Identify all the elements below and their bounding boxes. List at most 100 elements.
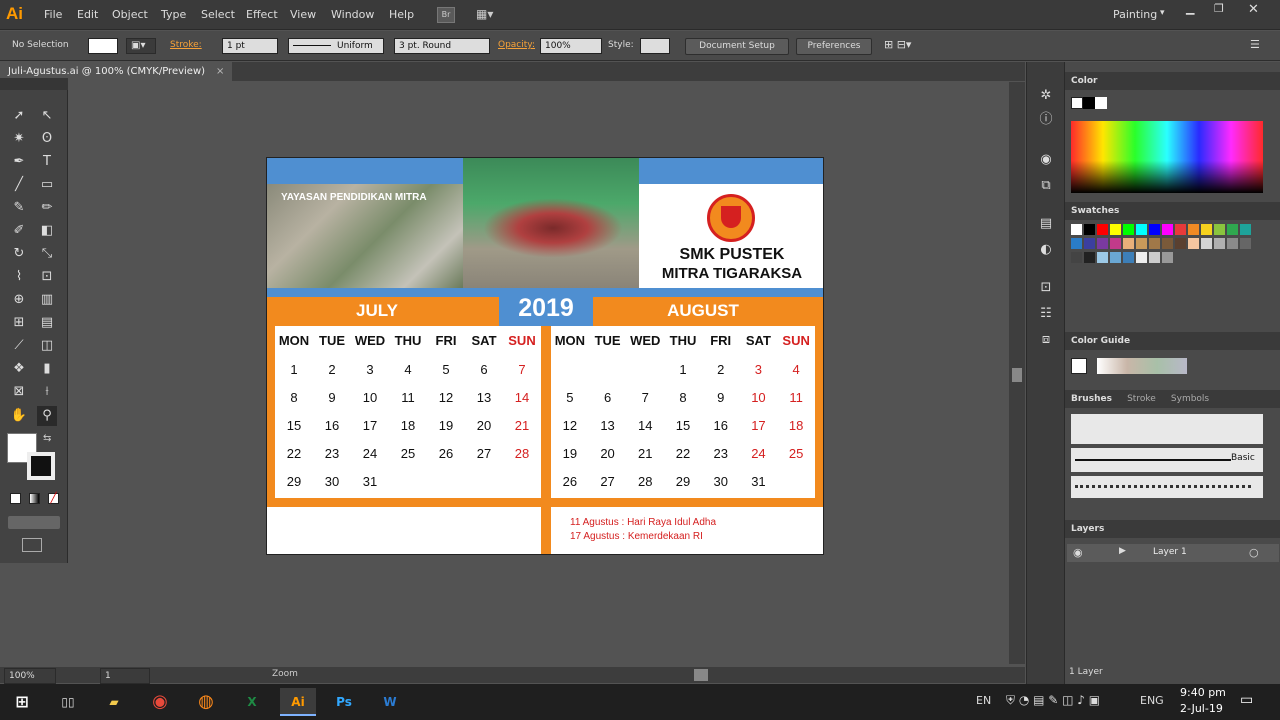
swatches-panel-header[interactable]: Swatches <box>1065 202 1280 220</box>
layer-row[interactable]: ◉ ▶ Layer 1 ○ <box>1067 544 1279 562</box>
keyboard-language[interactable]: ENG <box>1140 694 1164 707</box>
horizontal-scroll-thumb[interactable] <box>694 669 708 681</box>
transparency-icon[interactable]: ◐ <box>1036 240 1056 260</box>
color-swatch[interactable] <box>1201 224 1212 235</box>
color-swatch[interactable] <box>1084 252 1095 263</box>
magic-wand-tool-icon[interactable]: ✷ <box>9 129 29 149</box>
stroke-swatch[interactable]: ▣▾ <box>126 38 156 54</box>
color-swatch[interactable] <box>1084 224 1095 235</box>
color-swatch[interactable] <box>1071 224 1082 235</box>
bridge-icon[interactable]: Br <box>437 7 455 23</box>
screen-mode-icon[interactable] <box>22 538 42 552</box>
shape-builder-tool-icon[interactable]: ⊕ <box>9 290 29 310</box>
color-swatch[interactable] <box>1097 238 1108 249</box>
color-swatch[interactable] <box>1149 224 1160 235</box>
color-swatch[interactable] <box>1214 238 1225 249</box>
black-swatch[interactable] <box>1083 97 1095 109</box>
menu-view[interactable]: View <box>290 8 316 21</box>
preferences-button[interactable]: Preferences <box>796 38 872 55</box>
eyedropper-tool-icon[interactable]: ⟋ <box>9 336 29 356</box>
color-swatch[interactable] <box>1110 238 1121 249</box>
color-swatch[interactable] <box>1162 238 1173 249</box>
photoshop-icon[interactable]: Ps <box>326 688 362 716</box>
white-swatch[interactable] <box>1095 97 1107 109</box>
chrome-icon[interactable]: ◉ <box>142 688 178 716</box>
menu-edit[interactable]: Edit <box>77 8 98 21</box>
swap-colors-icon[interactable]: ⇆ <box>43 433 51 444</box>
workspace-switcher[interactable]: Painting <box>1113 8 1157 21</box>
color-swatch[interactable] <box>1110 252 1121 263</box>
color-spectrum[interactable] <box>1071 121 1263 193</box>
restore-icon[interactable]: ❐ <box>1214 2 1224 15</box>
color-swatch[interactable] <box>1227 224 1238 235</box>
color-swatch[interactable] <box>1123 252 1134 263</box>
menu-window[interactable]: Window <box>331 8 374 21</box>
mesh-tool-icon[interactable]: ⊞ <box>9 313 29 333</box>
stroke-weight-field[interactable]: 1 pt <box>222 38 278 54</box>
color-swatch[interactable] <box>1149 252 1160 263</box>
eraser-tool-icon[interactable]: ◧ <box>37 221 57 241</box>
rotate-tool-icon[interactable]: ↻ <box>9 244 29 264</box>
notification-icon[interactable]: ▭ <box>1240 692 1253 708</box>
perspective-grid-tool-icon[interactable]: ▥ <box>37 290 57 310</box>
input-language[interactable]: EN <box>976 694 991 707</box>
color-swatch[interactable] <box>1136 238 1147 249</box>
zoom-level-field[interactable]: 100% <box>4 668 56 684</box>
color-swatch[interactable] <box>1175 238 1186 249</box>
blend-tool-icon[interactable]: ◫ <box>37 336 57 356</box>
color-swatch[interactable] <box>1188 224 1199 235</box>
pencil-tool-icon[interactable]: ✏ <box>37 198 57 218</box>
artboard-calendar[interactable]: YAYASAN PENDIDIKAN MITRA SMK PUSTEK MITR… <box>266 157 824 555</box>
arrange-documents-icon[interactable]: ▦▾ <box>476 7 502 23</box>
align-icon[interactable]: ⊞ ⊟▾ <box>884 38 911 51</box>
color-swatch[interactable] <box>1214 224 1225 235</box>
paintbrush-tool-icon[interactable]: ✎ <box>9 198 29 218</box>
menu-help[interactable]: Help <box>389 8 414 21</box>
close-window-icon[interactable]: ✕ <box>1248 2 1259 17</box>
drawing-modes-icon[interactable] <box>8 516 60 529</box>
type-tool-icon[interactable]: T <box>37 152 57 172</box>
color-swatch[interactable] <box>1240 238 1251 249</box>
brushes-tab[interactable]: Brushes <box>1071 394 1112 404</box>
file-explorer-icon[interactable]: ▰ <box>96 688 132 716</box>
menu-select[interactable]: Select <box>201 8 235 21</box>
symbols-tab[interactable]: Symbols <box>1171 394 1209 404</box>
graphic-style-swatch[interactable] <box>640 38 670 54</box>
close-tab-icon[interactable]: × <box>216 62 224 81</box>
panel-menu-icon[interactable]: ☰ <box>1250 38 1260 51</box>
color-swatch[interactable] <box>1084 238 1095 249</box>
color-swatch[interactable] <box>1162 252 1173 263</box>
menu-effect[interactable]: Effect <box>246 8 278 21</box>
gradient-mode-icon[interactable] <box>29 493 40 504</box>
color-swatch[interactable] <box>1227 238 1238 249</box>
menu-object[interactable]: Object <box>112 8 148 21</box>
visibility-eye-icon[interactable]: ◉ <box>1073 546 1083 559</box>
opacity-field[interactable]: 100% <box>540 38 602 54</box>
layer-name[interactable]: Layer 1 <box>1153 547 1187 557</box>
color-swatch[interactable] <box>1097 252 1108 263</box>
menu-file[interactable]: File <box>44 8 62 21</box>
graph-tool-icon[interactable]: ▮ <box>37 359 57 379</box>
brush-definition[interactable]: 3 pt. Round <box>394 38 490 54</box>
minimize-icon[interactable]: ▁ <box>1186 2 1194 15</box>
illustrator-taskbar-icon[interactable]: Ai <box>280 688 316 716</box>
appearance-icon[interactable]: ◉ <box>1036 150 1056 170</box>
transform-icon[interactable]: ⊡ <box>1036 278 1056 298</box>
navigator-icon[interactable]: ✲ <box>1036 86 1056 106</box>
charcoal-brush[interactable] <box>1071 476 1263 498</box>
align-panel-icon[interactable]: ☷ <box>1036 304 1056 324</box>
gradient-tool-icon[interactable]: ▤ <box>37 313 57 333</box>
color-swatch[interactable] <box>1071 252 1082 263</box>
blob-brush-tool-icon[interactable]: ✐ <box>9 221 29 241</box>
scroll-thumb[interactable] <box>1012 368 1022 382</box>
symbol-sprayer-tool-icon[interactable]: ❖ <box>9 359 29 379</box>
basic-brush[interactable]: Basic <box>1071 448 1263 472</box>
menu-type[interactable]: Type <box>161 8 186 21</box>
zoom-tool-icon[interactable]: ⚲ <box>37 406 57 426</box>
scale-tool-icon[interactable]: ⤡ <box>37 244 57 264</box>
gradient-panel-icon[interactable]: ▤ <box>1036 214 1056 234</box>
line-tool-icon[interactable]: ╱ <box>9 175 29 195</box>
stroke-tab[interactable]: Stroke <box>1127 394 1156 404</box>
clock-date[interactable]: 2-Jul-19 <box>1180 702 1223 715</box>
opacity-label[interactable]: Opacity: <box>498 40 535 50</box>
